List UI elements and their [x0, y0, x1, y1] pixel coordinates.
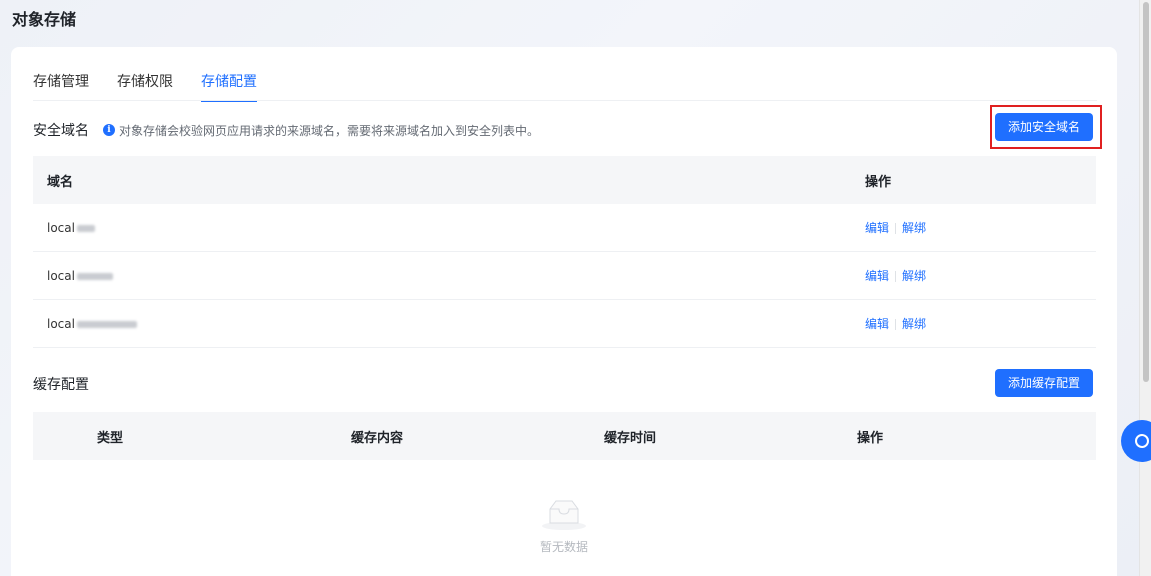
unbind-link[interactable]: 解绑	[902, 269, 926, 283]
security-domain-header: 安全域名 i 对象存储会校验网页应用请求的来源域名，需要将来源域名加入到安全列表…	[33, 120, 539, 140]
column-cache-content: 缓存内容	[351, 430, 404, 446]
scrollbar[interactable]	[1139, 0, 1151, 576]
domain-text: local	[47, 268, 75, 283]
domain-text: local	[47, 316, 75, 331]
cache-config-title: 缓存配置	[33, 377, 89, 393]
table-row: local 编辑 解绑	[33, 300, 1096, 348]
edit-link[interactable]: 编辑	[865, 317, 889, 331]
unbind-link[interactable]: 解绑	[902, 221, 926, 235]
redacted-text	[76, 224, 95, 232]
tab-storage-management[interactable]: 存储管理	[33, 71, 89, 102]
domain-text: local	[47, 220, 75, 235]
table-row: local 编辑 解绑	[33, 252, 1096, 300]
table-row: local 编辑 解绑	[33, 204, 1096, 252]
scrollbar-thumb[interactable]	[1143, 2, 1149, 382]
edit-link[interactable]: 编辑	[865, 221, 889, 235]
tab-divider	[33, 100, 1097, 101]
main-card: 存储管理 存储权限 存储配置 安全域名 i 对象存储会校验网页应用请求的来源域名…	[11, 47, 1117, 576]
empty-state: 暂无数据	[11, 497, 1117, 555]
action-cell: 编辑 解绑	[852, 267, 1096, 284]
domain-cell: local	[33, 221, 852, 235]
tab-storage-permissions[interactable]: 存储权限	[117, 71, 173, 102]
security-domain-title: 安全域名	[33, 123, 89, 139]
column-domain: 域名	[47, 174, 74, 190]
add-cache-config-button[interactable]: 添加缓存配置	[995, 369, 1094, 397]
chat-icon	[1135, 434, 1149, 448]
cache-config-table: 类型 缓存内容 缓存时间 操作	[33, 412, 1096, 460]
separator	[895, 319, 897, 330]
table-header: 域名 操作	[33, 156, 1096, 204]
column-action: 操作	[857, 430, 884, 446]
separator	[895, 223, 897, 234]
tab-storage-config[interactable]: 存储配置	[201, 71, 257, 102]
column-action: 操作	[865, 174, 892, 190]
separator	[895, 271, 897, 282]
hint-text: 对象存储会校验网页应用请求的来源域名，需要将来源域名加入到安全列表中。	[119, 123, 540, 138]
unbind-link[interactable]: 解绑	[902, 317, 926, 331]
domain-cell: local	[33, 269, 852, 283]
empty-text: 暂无数据	[539, 540, 588, 554]
security-domain-hint: i 对象存储会校验网页应用请求的来源域名，需要将来源域名加入到安全列表中。	[103, 122, 539, 139]
column-type: 类型	[97, 430, 124, 446]
table-header: 类型 缓存内容 缓存时间 操作	[33, 412, 1096, 460]
tab-bar: 存储管理 存储权限 存储配置	[33, 71, 257, 102]
action-cell: 编辑 解绑	[852, 219, 1096, 236]
redacted-text	[76, 320, 137, 328]
cache-config-header: 缓存配置	[33, 374, 89, 394]
column-cache-time: 缓存时间	[604, 430, 657, 446]
assistant-float-button[interactable]	[1121, 420, 1151, 462]
redacted-text	[76, 272, 113, 280]
action-cell: 编辑 解绑	[852, 315, 1096, 332]
page-title: 对象存储	[12, 10, 77, 29]
highlight-box	[990, 105, 1102, 149]
security-domain-table: 域名 操作 local 编辑 解绑 local 编辑 解绑 local 编辑 解绑	[33, 156, 1096, 348]
empty-inbox-icon	[542, 500, 586, 530]
domain-cell: local	[33, 317, 852, 331]
edit-link[interactable]: 编辑	[865, 269, 889, 283]
info-icon: i	[103, 124, 115, 136]
